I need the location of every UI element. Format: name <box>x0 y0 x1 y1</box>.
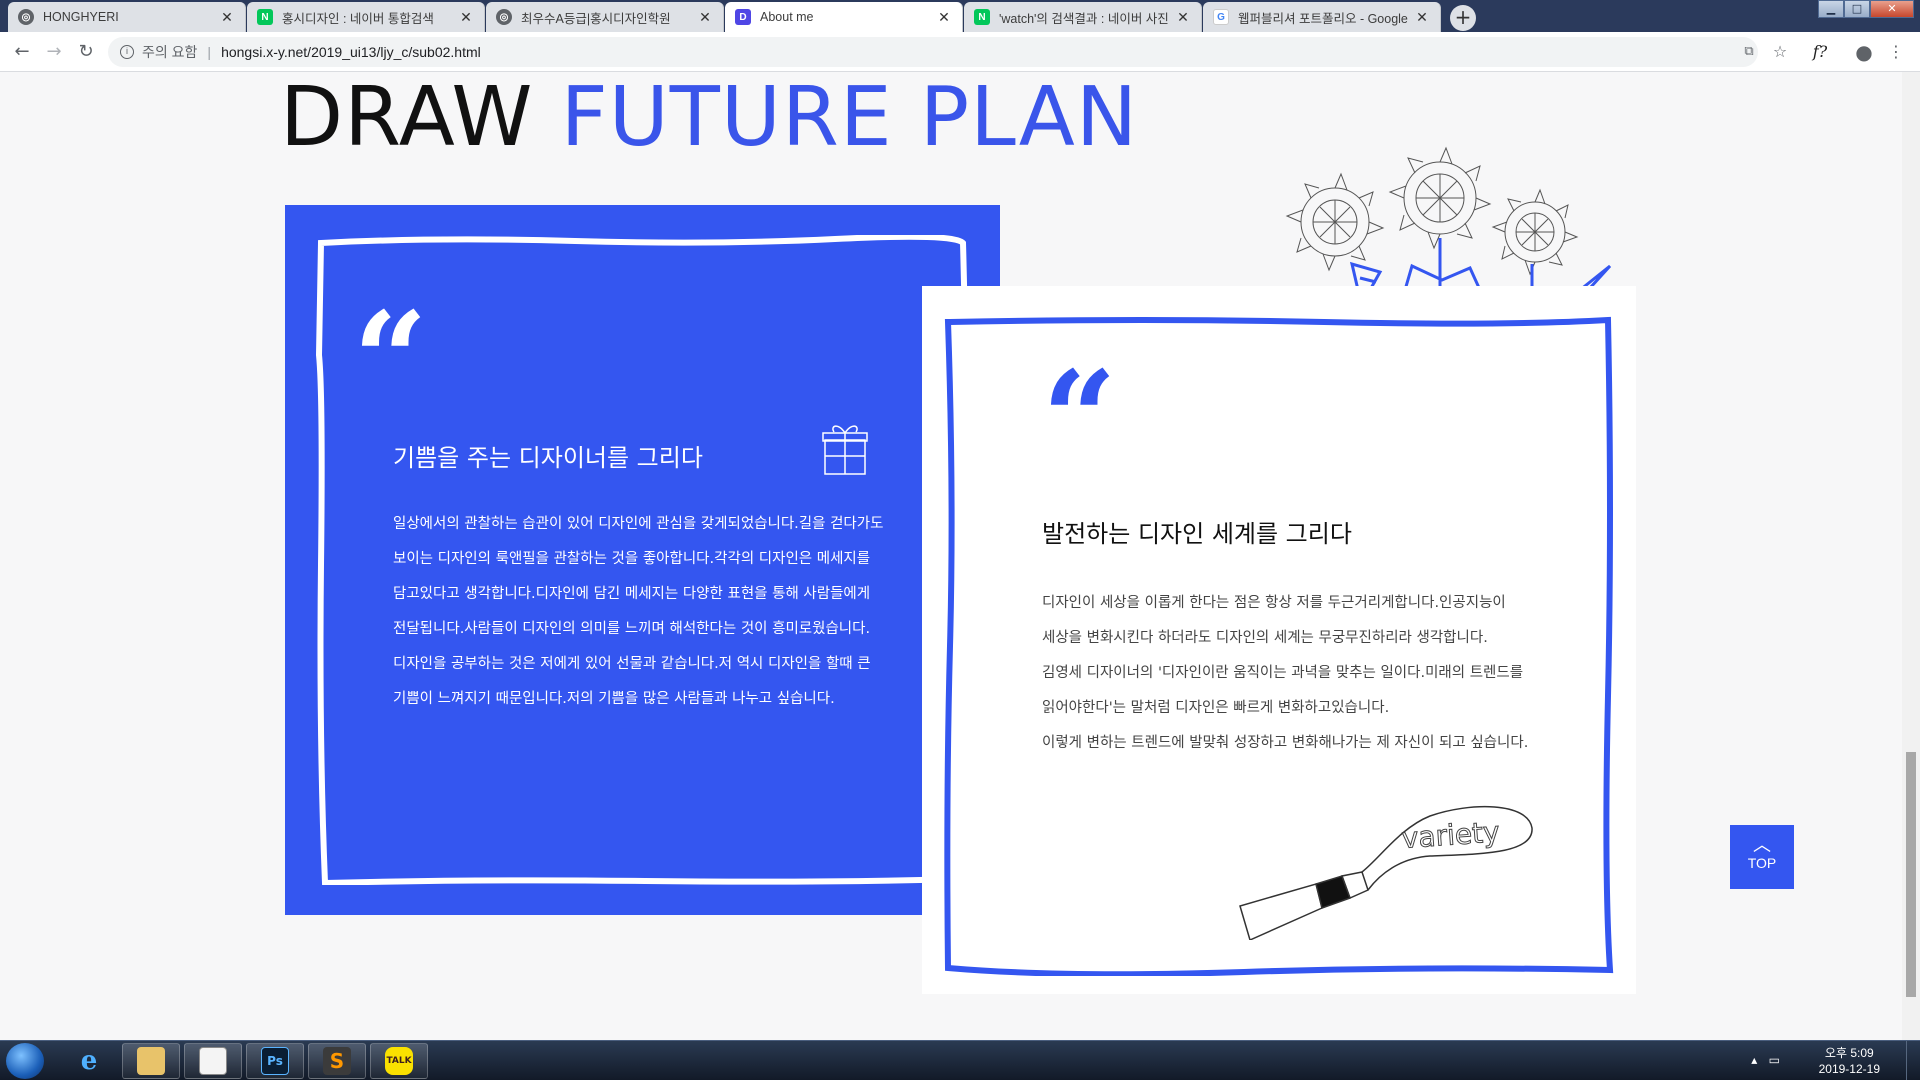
tray-icons[interactable]: ▴ ▭ <box>1751 1053 1780 1067</box>
google-icon: G <box>1213 9 1229 25</box>
tab-hongsi-academy[interactable]: ◎ 최우수A등급|홍시디자인학원 ✕ <box>486 2 724 32</box>
quote-mark-icon: “ <box>1042 342 1117 495</box>
sunflowers-illustration <box>1285 146 1612 290</box>
bookmark-star-icon[interactable]: ☆ <box>1768 40 1792 64</box>
chevron-up-icon: ︿ <box>1753 835 1771 855</box>
naver-photo-icon: N <box>974 9 990 25</box>
scrollbar-thumb[interactable] <box>1906 752 1916 997</box>
ps-glyph: Ps <box>261 1047 289 1075</box>
sublime-glyph: S <box>323 1047 351 1075</box>
scroll-top-button[interactable]: ︿ TOP <box>1730 825 1794 889</box>
tube-label: variety <box>1401 815 1501 855</box>
info-icon[interactable]: i <box>120 45 134 59</box>
paint-tube-illustration: variety <box>1239 805 1533 940</box>
quote-mark-icon: “ <box>353 283 428 436</box>
tab-honghyeri[interactable]: ◎ HONGHYERI ✕ <box>8 2 246 32</box>
minimize-button[interactable]: ▁ <box>1818 0 1844 18</box>
show-desktop-button[interactable] <box>1906 1041 1920 1080</box>
talk-glyph: TALK <box>385 1047 413 1075</box>
notepad-glyph <box>199 1047 227 1075</box>
tab-about-me[interactable]: D About me ✕ <box>725 2 963 32</box>
url-text[interactable]: hongsi.x-y.net/2019_ui13/ljy_c/sub02.htm… <box>221 44 481 60</box>
sublime-icon[interactable]: S <box>308 1043 366 1079</box>
start-button[interactable] <box>6 1043 44 1079</box>
windows-taskbar: e Ps S TALK ▴ ▭ 오후 5:09 2019-12-19 <box>0 1040 1920 1080</box>
body-line: 디자인이 세상을 이롭게 한다는 점은 항상 저를 두근거리게합니다.인공지능이 <box>1042 595 1506 611</box>
close-tab-icon[interactable]: ✕ <box>936 9 952 26</box>
card1-body: 일상에서의 관찰하는 습관이 있어 디자인에 관심을 갖게되었습니다.길을 걷다… <box>393 507 883 717</box>
close-tab-icon[interactable]: ✕ <box>458 9 474 26</box>
tab-title: 최우수A등급|홍시디자인학원 <box>521 11 671 26</box>
joy-designer-card: “ 기쁨을 주는 디자이너를 그리다 일상에서의 관찰하는 습관이 있어 디자인… <box>285 205 1000 915</box>
back-arrow-icon[interactable]: ← <box>10 40 34 64</box>
account-icon[interactable]: ● <box>1852 40 1876 64</box>
body-line: 이렇게 변하는 트렌드에 발맞춰 성장하고 변화해나가는 제 자신이 되고 싶습… <box>1042 735 1529 751</box>
window-close-button[interactable]: ✕ <box>1870 0 1914 18</box>
close-tab-icon[interactable]: ✕ <box>697 9 713 26</box>
body-line: 디자인을 공부하는 것은 저에게 있어 선물과 같습니다.저 역시 디자인을 할… <box>393 656 871 672</box>
globe-icon: ◎ <box>18 9 34 25</box>
body-line: 일상에서의 관찰하는 습관이 있어 디자인에 관심을 갖게되었습니다.길을 걷다… <box>393 516 884 532</box>
gift-box-icon <box>822 425 868 475</box>
tab-title: 홍시디자인 : 네이버 통합검색 <box>282 11 434 26</box>
omnibox[interactable]: i 주의 요함 | hongsi.x-y.net/2019_ui13/ljy_c… <box>108 37 1758 67</box>
card2-subtitle: 발전하는 디자인 세계를 그리다 <box>1042 520 1352 548</box>
forward-arrow-icon[interactable]: → <box>42 40 66 64</box>
globe-icon: ◎ <box>496 9 512 25</box>
tab-strip: ◎ HONGHYERI ✕ N 홍시디자인 : 네이버 통합검색 ✕ ◎ 최우수… <box>0 0 1920 32</box>
card1-subtitle: 기쁨을 주는 디자이너를 그리다 <box>393 444 703 472</box>
close-tab-icon[interactable]: ✕ <box>1175 9 1191 26</box>
title-word-future-plan: FUTURE PLAN <box>560 70 1139 165</box>
page-scrollbar[interactable] <box>1902 72 1920 1040</box>
separator: | <box>207 44 212 60</box>
photoshop-icon[interactable]: Ps <box>246 1043 304 1079</box>
menu-dots-icon[interactable]: ⋮ <box>1884 40 1908 64</box>
window-controls: ▁ □ ✕ <box>1818 0 1914 18</box>
body-line: 보이는 디자인의 룩앤필을 관찰하는 것을 좋아합니다.각각의 디자인은 메세지… <box>393 551 871 567</box>
page-title: DRAW FUTURE PLAN <box>280 72 1138 164</box>
d-icon: D <box>735 9 751 25</box>
security-label[interactable]: 주의 요함 <box>142 42 197 62</box>
translate-icon[interactable]: ⧉ <box>1737 40 1761 64</box>
address-bar: ← → ↻ i 주의 요함 | hongsi.x-y.net/2019_ui13… <box>0 32 1920 72</box>
body-line: 세상을 변화시킨다 하더라도 디자인의 세계는 무궁무진하리라 생각합니다. <box>1042 630 1488 646</box>
body-line: 김영세 디자이너의 '디자인이란 움직이는 과녁을 맞추는 일이다.미래의 트렌… <box>1042 665 1524 681</box>
new-tab-button[interactable]: + <box>1450 5 1476 31</box>
tab-google[interactable]: G 웹퍼블리셔 포트폴리오 - Google ✕ <box>1203 2 1441 32</box>
card2-body: 디자인이 세상을 이롭게 한다는 점은 항상 저를 두근거리게합니다.인공지능이… <box>1042 586 1528 761</box>
body-line: 담고있다고 생각합니다.디자인에 담긴 메세지는 다양한 표현을 통해 사람들에… <box>393 586 871 602</box>
notepad-icon[interactable] <box>184 1043 242 1079</box>
tab-title: About me <box>760 10 814 24</box>
kakaotalk-icon[interactable]: TALK <box>370 1043 428 1079</box>
maximize-button[interactable]: □ <box>1844 0 1870 18</box>
body-line: 전달됩니다.사람들이 디자인의 의미를 느끼며 해석한다는 것이 흥미로웠습니다… <box>393 621 871 637</box>
tab-naver-photo[interactable]: N 'watch'의 검색결과 : 네이버 사진 ✕ <box>964 2 1202 32</box>
tab-title: 'watch'의 검색결과 : 네이버 사진 <box>999 11 1169 26</box>
clock-time: 오후 5:09 <box>1824 1046 1874 1060</box>
body-line: 기쁨이 느껴지기 때문입니다.저의 기쁨을 많은 사람들과 나누고 싶습니다. <box>393 691 835 707</box>
system-clock[interactable]: 오후 5:09 2019-12-19 <box>1819 1045 1880 1077</box>
clock-date: 2019-12-19 <box>1818 1062 1880 1076</box>
naver-icon: N <box>257 9 273 25</box>
close-tab-icon[interactable]: ✕ <box>219 9 235 26</box>
explorer-icon[interactable] <box>122 1043 180 1079</box>
tab-naver-search[interactable]: N 홍시디자인 : 네이버 통합검색 ✕ <box>247 2 485 32</box>
ie-glyph: e <box>80 1046 98 1076</box>
reload-icon[interactable]: ↻ <box>74 40 98 64</box>
ie-icon[interactable]: e <box>60 1043 118 1079</box>
tab-title: HONGHYERI <box>43 10 119 24</box>
folder-glyph <box>137 1047 165 1075</box>
body-line: 읽어야한다'는 말처럼 디자인은 빠르게 변화하고있습니다. <box>1042 700 1390 716</box>
top-label: TOP <box>1747 855 1777 871</box>
formula-extension-icon[interactable]: f? <box>1808 40 1832 64</box>
tab-title: 웹퍼블리셔 포트폴리오 - Google <box>1238 11 1408 26</box>
title-word-draw: DRAW <box>280 70 534 165</box>
close-tab-icon[interactable]: ✕ <box>1414 9 1430 26</box>
